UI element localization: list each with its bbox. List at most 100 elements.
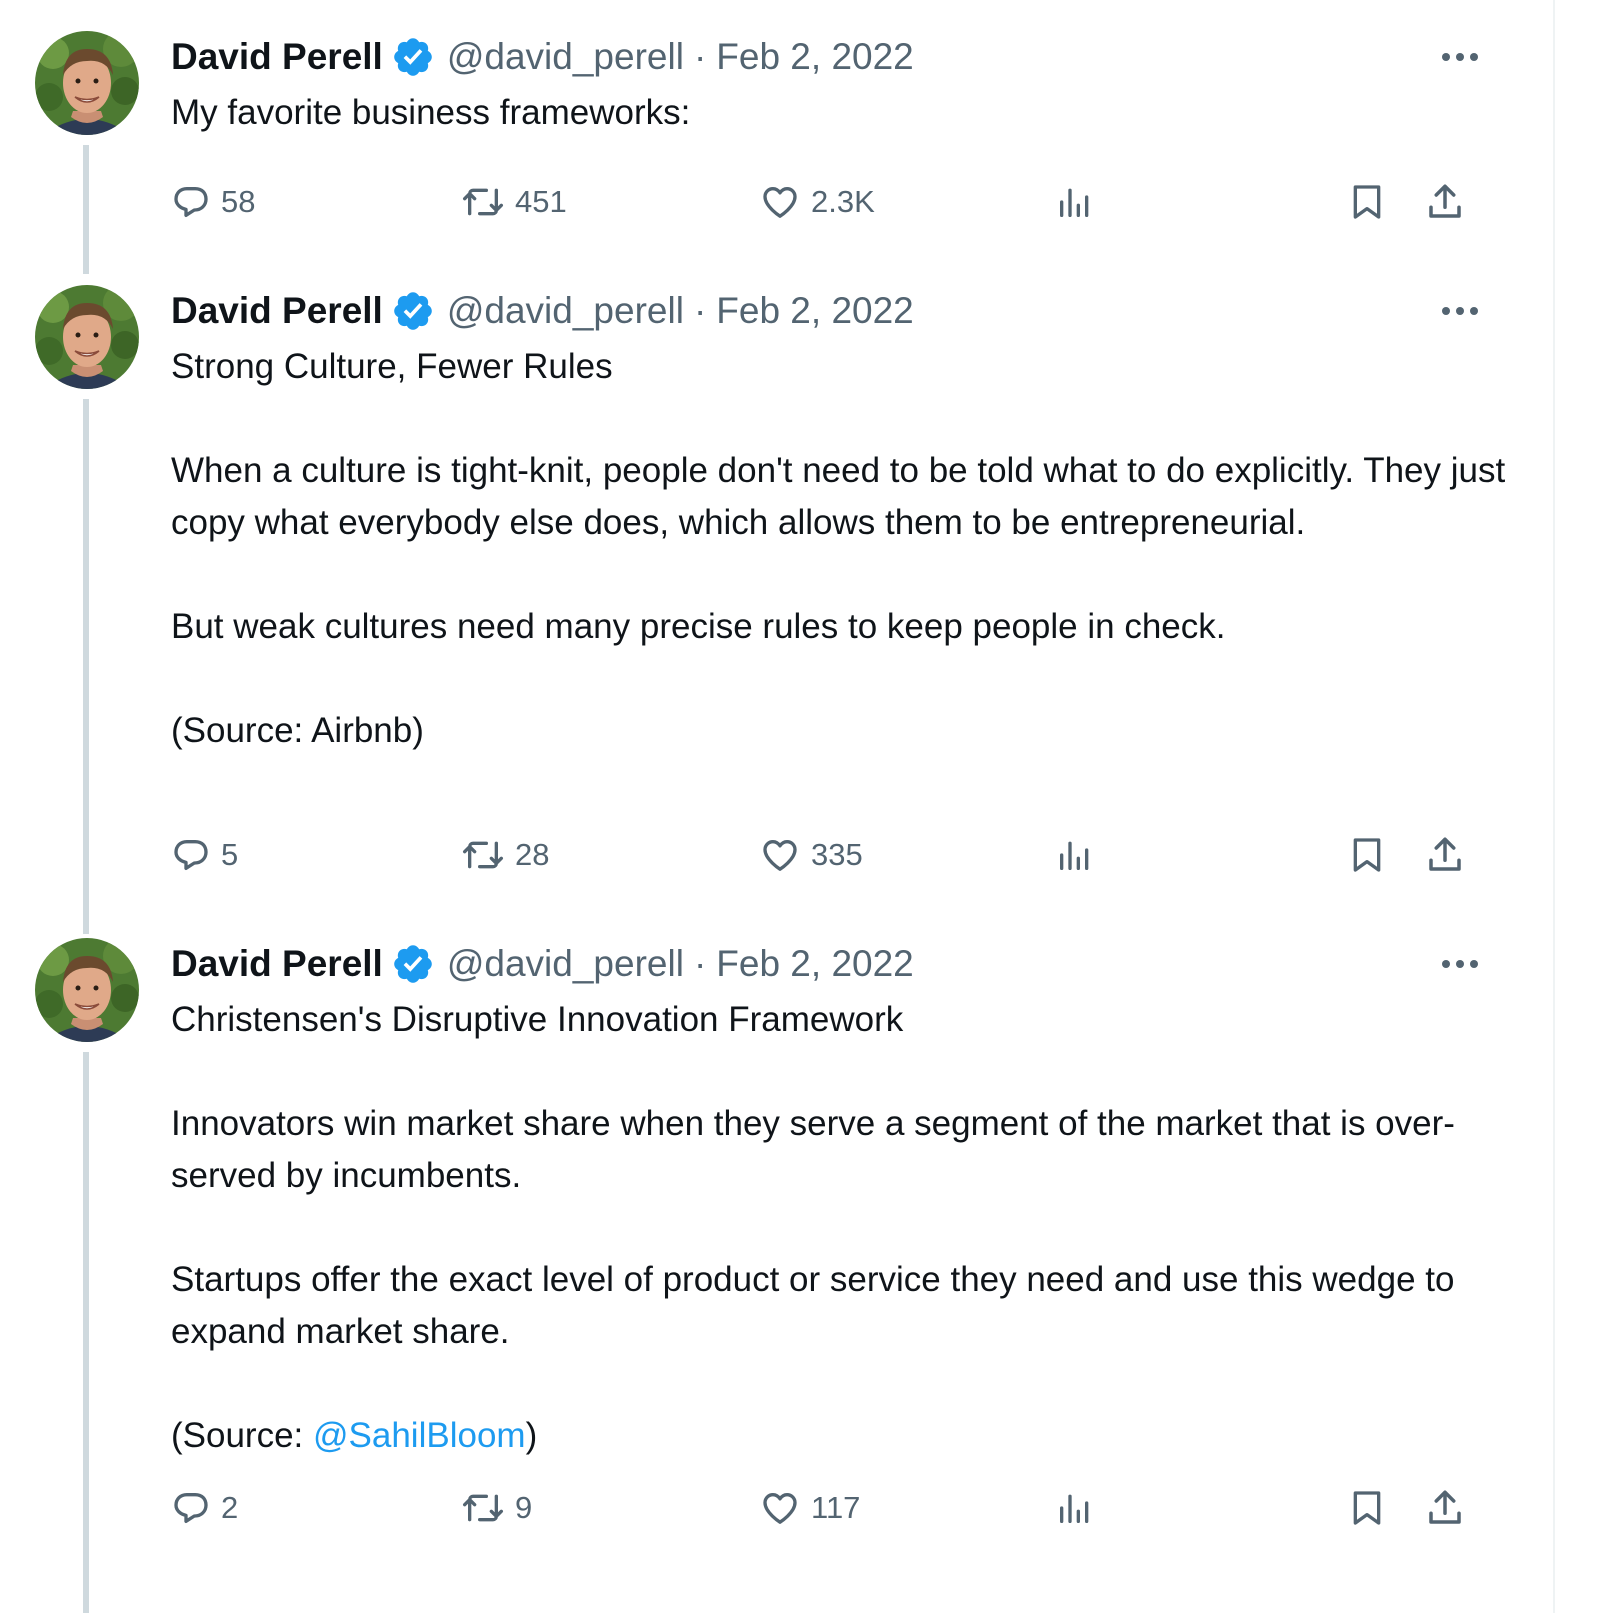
views-button[interactable] [1055,1480,1095,1536]
reply-icon [174,187,208,217]
reply-count: 2 [221,1490,239,1525]
author-name[interactable]: David Perell [171,290,383,332]
tweet-header: David Perell @david_perell · Feb 2, 2022 [171,283,1516,339]
share-button[interactable] [1424,174,1466,230]
views-button[interactable] [1055,174,1095,230]
reply-count: 5 [221,837,239,872]
reply-icon [174,1493,208,1523]
like-button[interactable]: 335 [759,827,863,883]
like-count: 335 [811,837,863,872]
like-button[interactable]: 2.3K [759,174,875,230]
tweet-paragraph: But weak cultures need many precise rule… [171,607,1226,646]
tweet-paragraph: When a culture is tight-knit, people don… [171,451,1506,542]
share-icon [1429,837,1461,871]
mention-link[interactable]: @SahilBloom [313,1416,526,1455]
tweet-text: Strong Culture, Fewer Rules When a cultu… [171,341,1516,757]
header-separator: · [693,36,707,77]
tweet-content: David Perell @david_perell · Feb 2, 2022… [171,29,1516,139]
verified-badge-icon [391,942,435,986]
tweet-content: David Perell @david_perell · Feb 2, 2022… [171,936,1516,1462]
retweet-button[interactable]: 451 [461,174,567,230]
bookmark-button[interactable] [1347,1480,1387,1536]
tweet-paragraph: Strong Culture, Fewer Rules [171,347,613,386]
tweet-text: My favorite business frameworks: [171,87,1516,139]
tweet-date[interactable]: Feb 2, 2022 [716,290,913,332]
analytics-icon [1060,841,1089,870]
tweet-paragraph: Christensen's Disruptive Innovation Fram… [171,1000,904,1039]
retweet-button[interactable]: 28 [461,827,549,883]
tweet-text: Christensen's Disruptive Innovation Fram… [171,994,1516,1462]
timeline-right-border [1553,0,1555,1613]
author-handle[interactable]: @david_perell [447,943,684,985]
tweet-source-line: (Source: @SahilBloom) [171,1410,1516,1462]
retweet-count: 9 [515,1490,533,1525]
more-options-icon[interactable] [1436,293,1484,329]
thread-connector-line [83,1052,89,1613]
retweet-count: 28 [515,837,550,872]
author-handle[interactable]: @david_perell [447,290,684,332]
bookmark-button[interactable] [1347,174,1387,230]
thread-connector-line [83,399,89,934]
tweet-paragraph: Startups offer the exact level of produc… [171,1260,1455,1351]
retweet-button[interactable]: 9 [461,1480,532,1536]
bookmark-icon [1353,1491,1381,1525]
heart-icon [763,1493,797,1524]
source-prefix: (Source: [171,1416,313,1455]
analytics-icon [1060,1494,1089,1523]
share-button[interactable] [1424,827,1466,883]
tweet-paragraph: (Source: Airbnb) [171,711,424,750]
tweet-actions: 58 451 2.3K [171,174,1516,230]
bookmark-icon [1353,838,1381,872]
reply-icon [174,840,208,870]
tweet-paragraph-spacer [171,1358,1516,1410]
tweet-paragraph-spacer [171,549,1516,601]
analytics-icon [1060,188,1089,217]
source-suffix: ) [525,1416,538,1455]
share-button[interactable] [1424,1480,1466,1536]
tweet-paragraph-spacer [171,393,1516,445]
share-icon [1429,1490,1461,1524]
tweet-paragraph: My favorite business frameworks: [171,93,691,132]
tweet-content: David Perell @david_perell · Feb 2, 2022… [171,283,1516,757]
author-avatar[interactable] [35,31,139,135]
like-button[interactable]: 117 [759,1480,860,1536]
author-name[interactable]: David Perell [171,943,383,985]
bookmark-icon [1353,185,1381,219]
views-button[interactable] [1055,827,1095,883]
tweet-paragraph-spacer [171,1202,1516,1254]
verified-badge-icon [391,289,435,333]
bookmark-button[interactable] [1347,827,1387,883]
reply-button[interactable]: 5 [171,827,238,883]
verified-badge-icon [391,35,435,79]
like-count: 117 [811,1490,861,1525]
share-icon [1429,184,1461,218]
author-avatar[interactable] [35,285,139,389]
tweet-paragraph: Innovators win market share when they se… [171,1104,1455,1195]
author-avatar[interactable] [35,938,139,1042]
retweet-count: 451 [515,184,567,219]
reply-button[interactable]: 58 [171,174,255,230]
author-name[interactable]: David Perell [171,36,383,78]
tweet-date[interactable]: Feb 2, 2022 [716,36,913,78]
header-separator: · [693,943,707,984]
more-options-icon[interactable] [1436,946,1484,982]
tweet-3[interactable]: David Perell @david_perell · Feb 2, 2022… [0,907,1553,1613]
author-handle[interactable]: @david_perell [447,36,684,78]
reply-button[interactable]: 2 [171,1480,238,1536]
more-options-icon[interactable] [1436,39,1484,75]
tweet-2[interactable]: David Perell @david_perell · Feb 2, 2022… [0,254,1553,934]
retweet-icon [462,188,503,216]
tweet-actions: 2 9 117 [171,1480,1516,1536]
retweet-icon [462,1494,503,1522]
tweet-paragraph-spacer [171,1046,1516,1098]
tweet-actions: 5 28 335 [171,827,1516,883]
heart-icon [763,187,797,218]
tweet-date[interactable]: Feb 2, 2022 [716,943,913,985]
tweet-header: David Perell @david_perell · Feb 2, 2022 [171,29,1516,85]
header-separator: · [693,290,707,331]
tweet-header: David Perell @david_perell · Feb 2, 2022 [171,936,1516,992]
tweet-1[interactable]: David Perell @david_perell · Feb 2, 2022… [0,0,1553,274]
heart-icon [763,840,797,871]
reply-count: 58 [221,184,256,219]
tweet-paragraph-spacer [171,653,1516,705]
